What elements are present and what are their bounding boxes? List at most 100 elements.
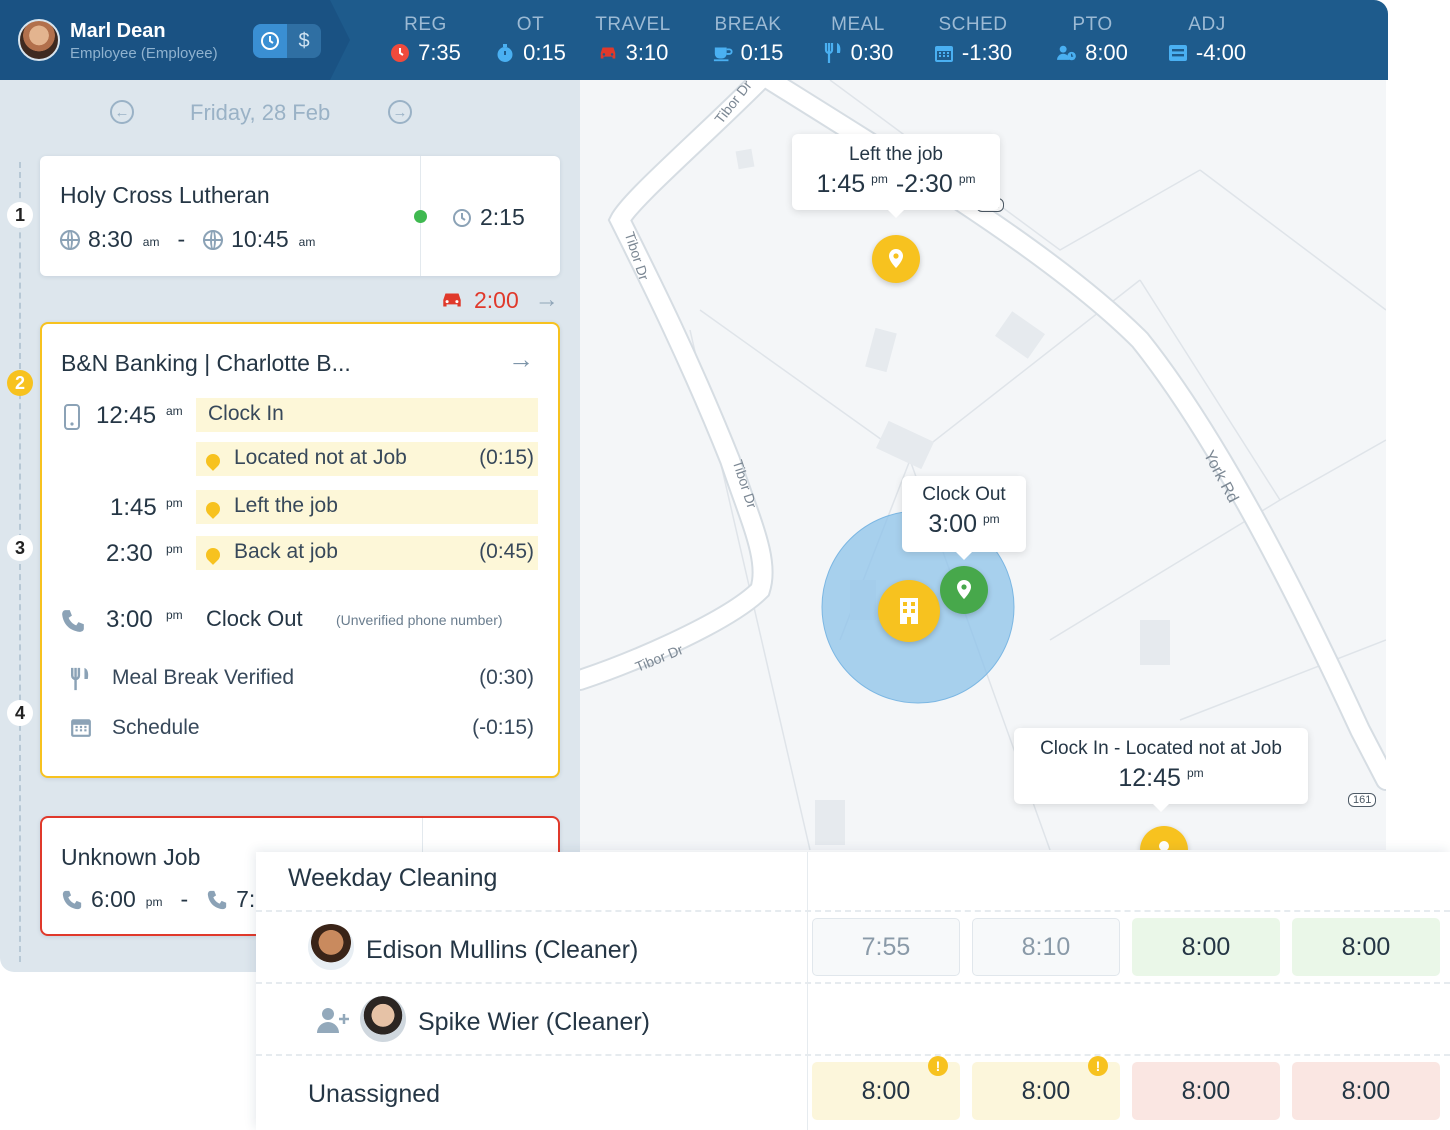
- event-meal-break[interactable]: Meal Break Verified (0:30): [42, 660, 562, 700]
- shift-cell[interactable]: 8:00: [1292, 918, 1440, 976]
- duration-value: 2:15: [480, 204, 525, 230]
- globe-icon: [203, 229, 224, 250]
- employee-avatar[interactable]: [18, 19, 60, 61]
- job-site-marker[interactable]: [878, 580, 940, 642]
- clock-out-marker[interactable]: [940, 566, 988, 614]
- callout-title: Clock In - Located not at Job: [1040, 738, 1282, 759]
- event-time: 2:30: [106, 540, 153, 567]
- callout-title: Left the job: [848, 144, 944, 165]
- job-time-range: 8:30 am - 10:45 am: [60, 226, 315, 253]
- stat-reg[interactable]: REG 7:35: [368, 14, 483, 66]
- car-icon: [443, 293, 461, 307]
- stat-value: 8:00: [1085, 40, 1128, 65]
- callout-ampm: pm: [983, 512, 1000, 526]
- arrow-right-icon[interactable]: →: [535, 286, 559, 314]
- event-time: 12:45: [96, 402, 157, 429]
- car-icon: [598, 43, 618, 63]
- add-user-icon[interactable]: [316, 1006, 350, 1034]
- user-clock-icon: [1057, 43, 1077, 63]
- job-title: B&N Banking | Charlotte B...: [61, 350, 351, 376]
- left-job-marker[interactable]: [872, 235, 920, 283]
- row-label: Unassigned: [308, 1080, 441, 1108]
- job-title: Unknown Job: [61, 844, 201, 870]
- avatar: [308, 924, 354, 970]
- shift-cell[interactable]: 8:10: [972, 918, 1120, 976]
- pay-mode-button[interactable]: $: [287, 24, 321, 58]
- event-clock-in[interactable]: 12:45 am Clock In: [42, 396, 562, 436]
- event-located-not-at-job[interactable]: Located not at Job (0:15): [42, 440, 562, 480]
- adjust-icon: [1168, 43, 1188, 63]
- utensils-icon: [71, 667, 89, 691]
- shift-cell[interactable]: 7:55: [812, 918, 960, 976]
- event-amount: (0:15): [479, 446, 534, 469]
- clock-icon: [390, 43, 410, 63]
- employee-name: Edison Mullins (Cleaner): [366, 936, 639, 964]
- callout-title: Clock Out: [922, 484, 1006, 505]
- event-left-job[interactable]: 1:45 pm Left the job: [42, 488, 562, 528]
- map-pin-icon: [957, 580, 971, 599]
- shift-cell[interactable]: 8:00: [1292, 1062, 1440, 1120]
- stat-value: 0:15: [523, 40, 566, 65]
- table-row[interactable]: Unassigned 8:00! 8:00! 8:00 8:00: [256, 1054, 1450, 1126]
- step-marker-2: 2: [7, 370, 33, 396]
- map-view[interactable]: Tibor Dr Tibor Dr Tibor Dr Tibor Dr York…: [580, 80, 1386, 850]
- mode-toggle[interactable]: $: [253, 24, 321, 58]
- job-duration: 2:15: [452, 204, 525, 231]
- callout-left-job[interactable]: Left the job 1:45 pm -2:30 pm: [792, 134, 1000, 218]
- event-amount: (-0:15): [472, 716, 534, 739]
- callout-time: 1:45 pm -2:30 pm: [792, 170, 1000, 199]
- phone-icon: [62, 610, 84, 632]
- stat-value: -4:00: [1195, 40, 1247, 65]
- job-card-bn-banking[interactable]: B&N Banking | Charlotte B... → 12:45 am C…: [40, 322, 560, 778]
- job-card-holy-cross[interactable]: Holy Cross Lutheran 8:30 am - 10:45 am 2:1…: [40, 156, 560, 276]
- start-ampm: am: [142, 234, 160, 249]
- event-label: Clock Out: [206, 606, 303, 631]
- table-row[interactable]: Spike Wier (Cleaner): [256, 982, 1450, 1054]
- map-pin-icon: [889, 249, 903, 268]
- stat-pto[interactable]: PTO 8:00: [1040, 14, 1145, 66]
- shift-cell[interactable]: 8:00: [1132, 1062, 1280, 1120]
- stat-ot[interactable]: OT 0:15: [478, 14, 583, 66]
- event-clock-out[interactable]: 3:00 pm Clock Out (Unverified phone numbe…: [42, 600, 562, 640]
- user-icon: [1159, 841, 1169, 850]
- callout-clock-out[interactable]: Clock Out 3:00 pm: [902, 476, 1026, 560]
- arrow-right-icon[interactable]: →: [508, 344, 534, 375]
- stat-adj[interactable]: ADJ -4:00: [1152, 14, 1262, 66]
- stat-value: 0:15: [740, 40, 784, 65]
- stat-sched[interactable]: SCHED -1:30: [918, 14, 1028, 66]
- shift-value: 8:00: [1021, 1076, 1071, 1105]
- stat-break[interactable]: BREAK 0:15: [693, 14, 803, 66]
- callout-end: -2:30: [895, 170, 953, 198]
- phone-icon: [207, 890, 227, 909]
- callout-time-value: 12:45: [1118, 764, 1181, 792]
- stat-label: SCHED: [938, 14, 1008, 35]
- employee-name: Marl Dean: [70, 20, 166, 42]
- event-label: Clock In: [208, 402, 284, 425]
- timeline-line: [19, 162, 21, 962]
- callout-clock-in[interactable]: Clock In - Located not at Job 12:45 pm: [1014, 728, 1308, 812]
- event-back-at-job[interactable]: 2:30 pm Back at job (0:45): [42, 534, 562, 574]
- shift-cell[interactable]: 8:00!: [972, 1056, 1120, 1120]
- event-schedule[interactable]: Schedule (-0:15): [42, 710, 562, 750]
- previous-day-button[interactable]: ←: [110, 100, 134, 124]
- shift-value: 8:00: [861, 1076, 911, 1105]
- event-label: Back at job: [234, 540, 338, 563]
- shift-cell[interactable]: 8:00: [1132, 918, 1280, 976]
- stat-travel[interactable]: TRAVEL 3:10: [583, 14, 683, 66]
- table-row[interactable]: Edison Mullins (Cleaner) 7:55 8:10 8:00 …: [256, 910, 1450, 982]
- calendar-icon: [934, 43, 954, 63]
- event-time: 1:45: [110, 494, 157, 521]
- warning-icon: !: [1088, 1056, 1108, 1076]
- callout-time-value: 3:00: [928, 510, 977, 538]
- employee-role: Employee (Employee): [70, 45, 218, 62]
- event-ampm: pm: [166, 496, 183, 510]
- travel-value: 2:00: [474, 286, 519, 313]
- callout-ampm: pm: [1186, 766, 1204, 780]
- stat-meal[interactable]: MEAL 0:30: [808, 14, 908, 66]
- clock-mode-button[interactable]: [253, 24, 287, 58]
- callout-time: 12:45 pm: [1014, 764, 1308, 793]
- warning-icon: !: [928, 1056, 948, 1076]
- next-day-button[interactable]: →: [388, 100, 412, 124]
- travel-time[interactable]: 2:00 →: [440, 286, 559, 314]
- shift-cell[interactable]: 8:00!: [812, 1056, 960, 1120]
